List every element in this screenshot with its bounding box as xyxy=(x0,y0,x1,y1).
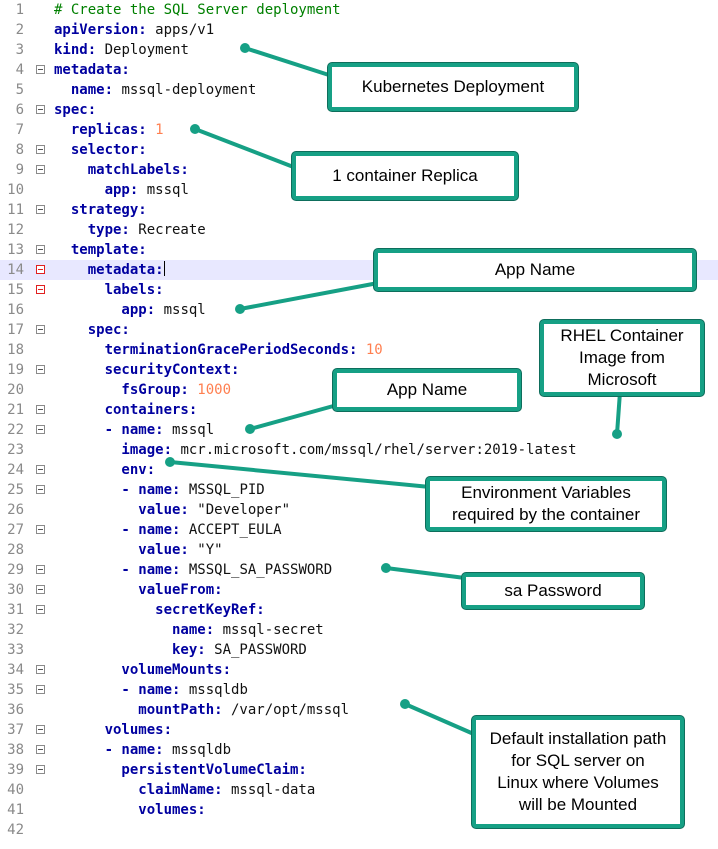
arrow-install-path xyxy=(403,702,478,737)
arrow-dot-install-path xyxy=(400,699,410,709)
arrow-dot-sa-password xyxy=(381,563,391,573)
callout-container-replica: 1 container Replica xyxy=(292,152,518,200)
arrow-replica xyxy=(193,127,298,170)
arrow-dot-replica xyxy=(190,124,200,134)
callout-installation-path: Default installation path for SQL server… xyxy=(472,716,684,828)
arrow-app-name-1 xyxy=(238,281,380,311)
arrow-env-vars xyxy=(168,460,432,489)
arrow-app-name-2 xyxy=(248,403,339,431)
callout-app-name-top: App Name xyxy=(374,249,696,291)
callout-app-name-containers: App Name xyxy=(333,369,521,411)
callout-kubernetes-deployment: Kubernetes Deployment xyxy=(328,63,578,111)
arrow-sa-password xyxy=(384,566,467,580)
arrow-dot-env-vars xyxy=(165,457,175,467)
callout-environment-variables: Environment Variables required by the co… xyxy=(426,477,666,531)
callout-sa-password: sa Password xyxy=(462,573,644,609)
arrow-dot-app-name-1 xyxy=(235,304,245,314)
callout-rhel-image: RHEL Container Image from Microsoft xyxy=(540,320,704,396)
arrow-deployment xyxy=(243,46,334,78)
arrow-dot-deployment xyxy=(240,43,250,53)
arrow-rhel-image xyxy=(615,390,622,436)
arrow-dot-rhel-image xyxy=(612,429,622,439)
arrow-dot-app-name-2 xyxy=(245,424,255,434)
